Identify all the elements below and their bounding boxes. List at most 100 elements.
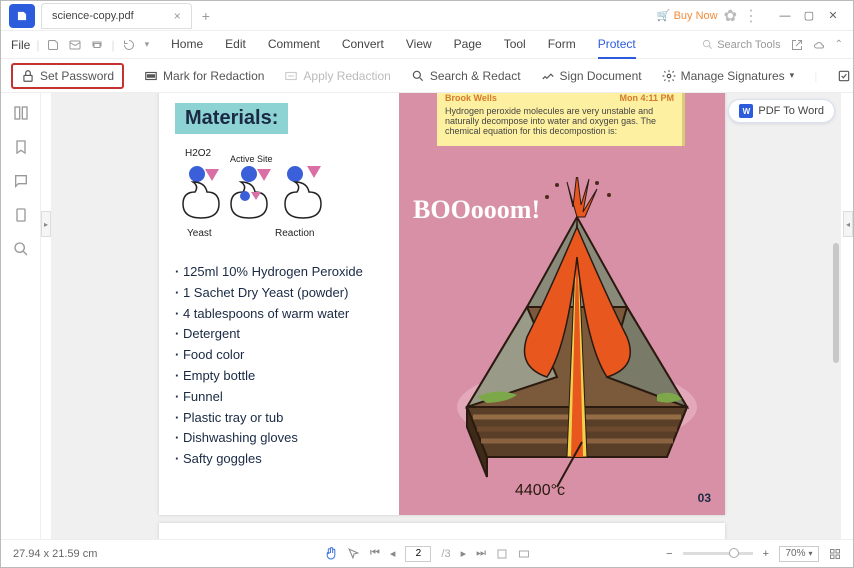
page-total: /3 <box>441 548 450 560</box>
vertical-scrollbar[interactable] <box>833 243 839 363</box>
sticky-note[interactable]: Brook Wells Mon 4:11 PM Hydrogen peroxid… <box>437 93 685 146</box>
mark-redaction-button[interactable]: Mark for Redaction <box>144 69 264 83</box>
file-menu[interactable]: File <box>11 38 30 52</box>
search-tools-input[interactable]: Search Tools <box>702 39 780 51</box>
share-icon[interactable] <box>791 39 803 51</box>
save-icon[interactable] <box>47 39 59 51</box>
search-icon <box>702 39 713 50</box>
fit-page-icon[interactable] <box>518 548 530 560</box>
prev-page-icon[interactable]: ◂ <box>390 547 396 560</box>
pdf-to-word-button[interactable]: W PDF To Word <box>728 99 835 123</box>
svg-text:H2O2: H2O2 <box>185 148 212 159</box>
page-right-column: Brook Wells Mon 4:11 PM Hydrogen peroxid… <box>399 93 725 515</box>
svg-text:Active Site: Active Site <box>230 154 273 164</box>
buy-now-label: Buy Now <box>674 10 718 22</box>
search-redact-button[interactable]: Search & Redact <box>411 69 521 83</box>
list-item: Plastic tray or tub <box>175 408 383 429</box>
comment-icon[interactable] <box>13 173 29 189</box>
redo-dropdown-icon[interactable]: ▾ <box>145 39 150 51</box>
buy-now-link[interactable]: 🛒 Buy Now <box>657 9 718 22</box>
close-window-button[interactable]: ✕ <box>821 6 845 26</box>
mail-icon[interactable] <box>69 39 81 51</box>
search-redact-label: Search & Redact <box>430 69 521 83</box>
tab-home[interactable]: Home <box>171 31 203 59</box>
manage-sig-icon <box>662 69 676 83</box>
svg-text:Yeast: Yeast <box>187 228 212 239</box>
left-sidebar <box>1 93 41 539</box>
page-dimensions: 27.94 x 21.59 cm <box>13 548 97 560</box>
thumbnails-icon[interactable] <box>13 105 29 121</box>
new-tab-button[interactable]: + <box>202 8 210 24</box>
tab-comment[interactable]: Comment <box>268 31 320 59</box>
collapse-ribbon-icon[interactable]: ⌃ <box>835 39 843 50</box>
tab-page[interactable]: Page <box>454 31 482 59</box>
materials-heading: Materials: <box>175 103 288 134</box>
print-icon[interactable] <box>91 39 103 51</box>
select-tool-icon[interactable] <box>347 547 360 560</box>
minimize-button[interactable]: — <box>773 6 797 26</box>
list-item: 4 tablespoons of warm water <box>175 304 383 325</box>
bookmark-icon[interactable] <box>13 139 29 155</box>
list-item: Dishwashing gloves <box>175 428 383 449</box>
zoom-value[interactable]: 70%▾ <box>779 546 819 562</box>
tab-view[interactable]: View <box>406 31 432 59</box>
tab-filename: science-copy.pdf <box>52 10 134 22</box>
close-tab-icon[interactable]: × <box>174 9 181 23</box>
lock-icon <box>21 69 35 83</box>
kebab-menu-icon[interactable]: ⋮ <box>743 6 759 26</box>
volcano-illustration: 4400°c <box>407 177 717 497</box>
pdf-to-word-label: PDF To Word <box>758 105 824 117</box>
tab-form[interactable]: Form <box>548 31 576 59</box>
page-number: 03 <box>698 491 711 505</box>
zoom-slider[interactable] <box>683 552 753 555</box>
manage-signatures-button[interactable]: Manage Signatures ▾ <box>662 69 795 83</box>
sign-document-button[interactable]: Sign Document <box>541 69 642 83</box>
cloud-icon[interactable] <box>813 39 825 51</box>
search-panel-icon[interactable] <box>13 241 29 257</box>
apply-redaction-button: Apply Redaction <box>284 69 390 83</box>
svg-text:Reaction: Reaction <box>275 228 314 239</box>
expand-left-handle[interactable]: ▸ <box>41 211 51 237</box>
list-item: 1 Sachet Dry Yeast (powder) <box>175 283 383 304</box>
search-redact-icon <box>411 69 425 83</box>
flower-icon[interactable]: ✿ <box>724 6 737 26</box>
set-password-button[interactable]: Set Password <box>11 63 124 89</box>
page-number-input[interactable] <box>405 546 431 562</box>
maximize-button[interactable]: ▢ <box>797 6 821 26</box>
tab-edit[interactable]: Edit <box>225 31 246 59</box>
fit-width-icon[interactable] <box>496 548 508 560</box>
menubar: File | | ▾ Home Edit Comment Convert Vie… <box>1 31 853 59</box>
redaction-icon <box>144 69 158 83</box>
hand-tool-icon[interactable] <box>324 547 337 560</box>
last-page-icon[interactable]: ⏭ <box>476 547 486 560</box>
next-page-edge <box>159 523 725 539</box>
zoom-in-icon[interactable]: + <box>763 548 769 560</box>
tab-tool[interactable]: Tool <box>504 31 526 59</box>
note-author: Brook Wells <box>445 93 497 103</box>
svg-text:4400°c: 4400°c <box>515 482 565 497</box>
next-page-icon[interactable]: ▸ <box>461 547 467 560</box>
page-nav-controls: ⏮ ◂ /3 ▸ ⏭ <box>324 546 530 562</box>
zoom-slider-thumb[interactable] <box>729 548 739 558</box>
set-password-label: Set Password <box>40 69 114 83</box>
fullscreen-icon[interactable] <box>829 548 841 560</box>
app-icon <box>9 4 35 28</box>
chevron-down-icon: ▾ <box>790 70 795 81</box>
electronic-sig-button[interactable]: Electro <box>837 69 853 83</box>
list-item: Food color <box>175 345 383 366</box>
zoom-out-icon[interactable]: − <box>666 548 672 560</box>
document-tab[interactable]: science-copy.pdf × <box>41 3 192 29</box>
note-body: Hydrogen peroxide molecules are very uns… <box>445 106 674 136</box>
expand-right-handle[interactable]: ◂ <box>843 211 853 237</box>
tab-convert[interactable]: Convert <box>342 31 384 59</box>
first-page-icon[interactable]: ⏮ <box>370 547 380 560</box>
menu-tabs: Home Edit Comment Convert View Page Tool… <box>171 31 636 59</box>
protect-toolbar: Set Password Mark for Redaction Apply Re… <box>1 59 853 93</box>
undo-icon[interactable] <box>123 39 135 51</box>
titlebar: science-copy.pdf × + 🛒 Buy Now ✿ ⋮ — ▢ ✕ <box>1 1 853 31</box>
esig-icon <box>837 69 851 83</box>
tab-protect[interactable]: Protect <box>598 31 636 59</box>
word-icon: W <box>739 104 753 118</box>
apply-redaction-icon <box>284 69 298 83</box>
attachment-icon[interactable] <box>13 207 29 223</box>
